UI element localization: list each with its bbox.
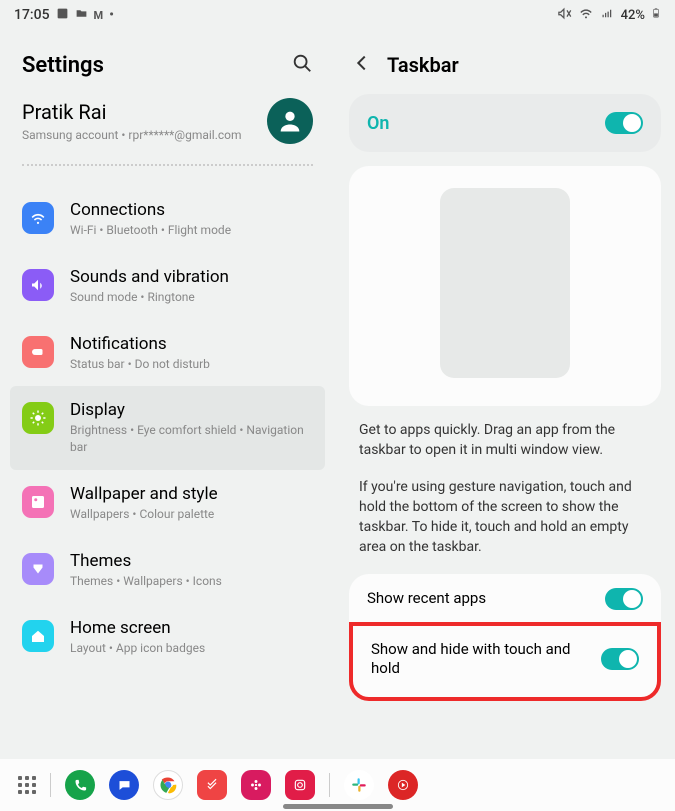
home-icon	[22, 620, 54, 652]
account-name: Pratik Rai	[22, 100, 242, 124]
app-phone[interactable]	[65, 770, 95, 800]
sidebar-item-connections[interactable]: Connections Wi-Fi • Bluetooth • Flight m…	[0, 186, 335, 253]
gallery-icon	[56, 7, 69, 24]
status-bar: 17:05 M • 42%	[0, 0, 675, 30]
master-toggle-card[interactable]: On	[349, 94, 661, 152]
account-sub: Samsung account • rpr******@gmail.com	[22, 128, 242, 142]
play-circle-icon	[396, 778, 410, 792]
item-sub: Status bar • Do not disturb	[70, 356, 313, 373]
item-title: Home screen	[70, 618, 313, 638]
divider	[22, 164, 313, 166]
settings-detail-pane: Taskbar On Get to apps quickly. Drag an …	[335, 30, 675, 754]
back-button[interactable]	[351, 52, 373, 78]
sidebar-item-homescreen[interactable]: Home screen Layout • App icon badges	[0, 604, 335, 671]
toggle-label: Show recent apps	[367, 589, 605, 609]
files-icon	[75, 7, 88, 24]
search-icon	[291, 52, 313, 74]
item-title: Notifications	[70, 334, 313, 354]
settings-title: Settings	[22, 53, 104, 78]
show-recent-apps-toggle[interactable]	[605, 588, 643, 610]
sidebar-item-display[interactable]: Display Brightness • Eye comfort shield …	[10, 386, 325, 470]
check-icon	[205, 778, 219, 792]
sidebar-item-sounds[interactable]: Sounds and vibration Sound mode • Ringto…	[0, 253, 335, 320]
on-label: On	[367, 113, 389, 134]
mute-icon	[557, 6, 572, 25]
description-2: If you're using gesture navigation, touc…	[335, 477, 675, 574]
avatar[interactable]	[267, 98, 313, 144]
sidebar-item-wallpaper[interactable]: Wallpaper and style Wallpapers • Colour …	[0, 470, 335, 537]
camera-icon	[293, 778, 307, 792]
item-title: Wallpaper and style	[70, 484, 313, 504]
preview-card	[349, 166, 661, 406]
more-notifications-icon: •	[109, 7, 114, 23]
show-recent-apps-row[interactable]: Show recent apps	[349, 574, 661, 624]
show-hide-touch-hold-row[interactable]: Show and hide with touch and hold	[349, 622, 661, 701]
phone-icon	[73, 778, 88, 793]
wifi-icon	[578, 5, 594, 25]
app-messages[interactable]	[109, 770, 139, 800]
master-toggle[interactable]	[605, 112, 643, 134]
sidebar-item-notifications[interactable]: Notifications Status bar • Do not distur…	[0, 320, 335, 387]
signal-icon	[600, 6, 615, 25]
item-title: Themes	[70, 551, 313, 571]
item-title: Sounds and vibration	[70, 267, 313, 287]
gesture-nav-handle[interactable]	[283, 804, 393, 809]
chrome-icon	[158, 775, 178, 795]
brightness-icon	[22, 402, 54, 434]
app-chrome[interactable]	[153, 770, 183, 800]
account-row[interactable]: Pratik Rai Samsung account • rpr******@g…	[0, 98, 335, 164]
palette-icon	[22, 553, 54, 585]
description-1: Get to apps quickly. Drag an app from th…	[335, 420, 675, 477]
apps-drawer-button[interactable]	[18, 776, 36, 794]
app-slack[interactable]	[344, 770, 374, 800]
search-button[interactable]	[291, 52, 313, 78]
item-title: Connections	[70, 200, 313, 220]
app-youtube-music[interactable]	[388, 770, 418, 800]
battery-icon	[651, 5, 661, 25]
bell-icon	[22, 336, 54, 368]
slack-icon	[350, 776, 368, 794]
app-photos[interactable]	[241, 770, 271, 800]
chevron-left-icon	[351, 52, 373, 74]
status-time: 17:05	[14, 7, 50, 23]
item-sub: Brightness • Eye comfort shield • Naviga…	[70, 422, 313, 456]
messages-icon	[117, 778, 132, 793]
taskbar-divider	[50, 773, 51, 797]
sound-icon	[22, 269, 54, 301]
toggle-label: Show and hide with touch and hold	[371, 640, 601, 679]
image-icon	[22, 486, 54, 518]
preview-box	[440, 188, 570, 378]
item-sub: Sound mode • Ringtone	[70, 289, 313, 306]
detail-title: Taskbar	[387, 53, 459, 77]
app-todoist[interactable]	[197, 770, 227, 800]
item-title: Display	[70, 400, 313, 420]
app-instagram[interactable]	[285, 770, 315, 800]
sidebar-item-themes[interactable]: Themes Themes • Wallpapers • Icons	[0, 537, 335, 604]
wifi-circle-icon	[22, 202, 54, 234]
settings-master-pane: Settings Pratik Rai Samsung account • rp…	[0, 30, 335, 754]
taskbar-divider	[329, 773, 330, 797]
item-sub: Wi-Fi • Bluetooth • Flight mode	[70, 222, 313, 239]
battery-text: 42%	[621, 8, 645, 23]
flower-icon	[249, 778, 263, 792]
person-icon	[276, 107, 304, 135]
item-sub: Themes • Wallpapers • Icons	[70, 573, 313, 590]
item-sub: Wallpapers • Colour palette	[70, 506, 313, 523]
gmail-icon: M	[94, 9, 104, 22]
show-hide-touch-hold-toggle[interactable]	[601, 648, 639, 670]
item-sub: Layout • App icon badges	[70, 640, 313, 657]
